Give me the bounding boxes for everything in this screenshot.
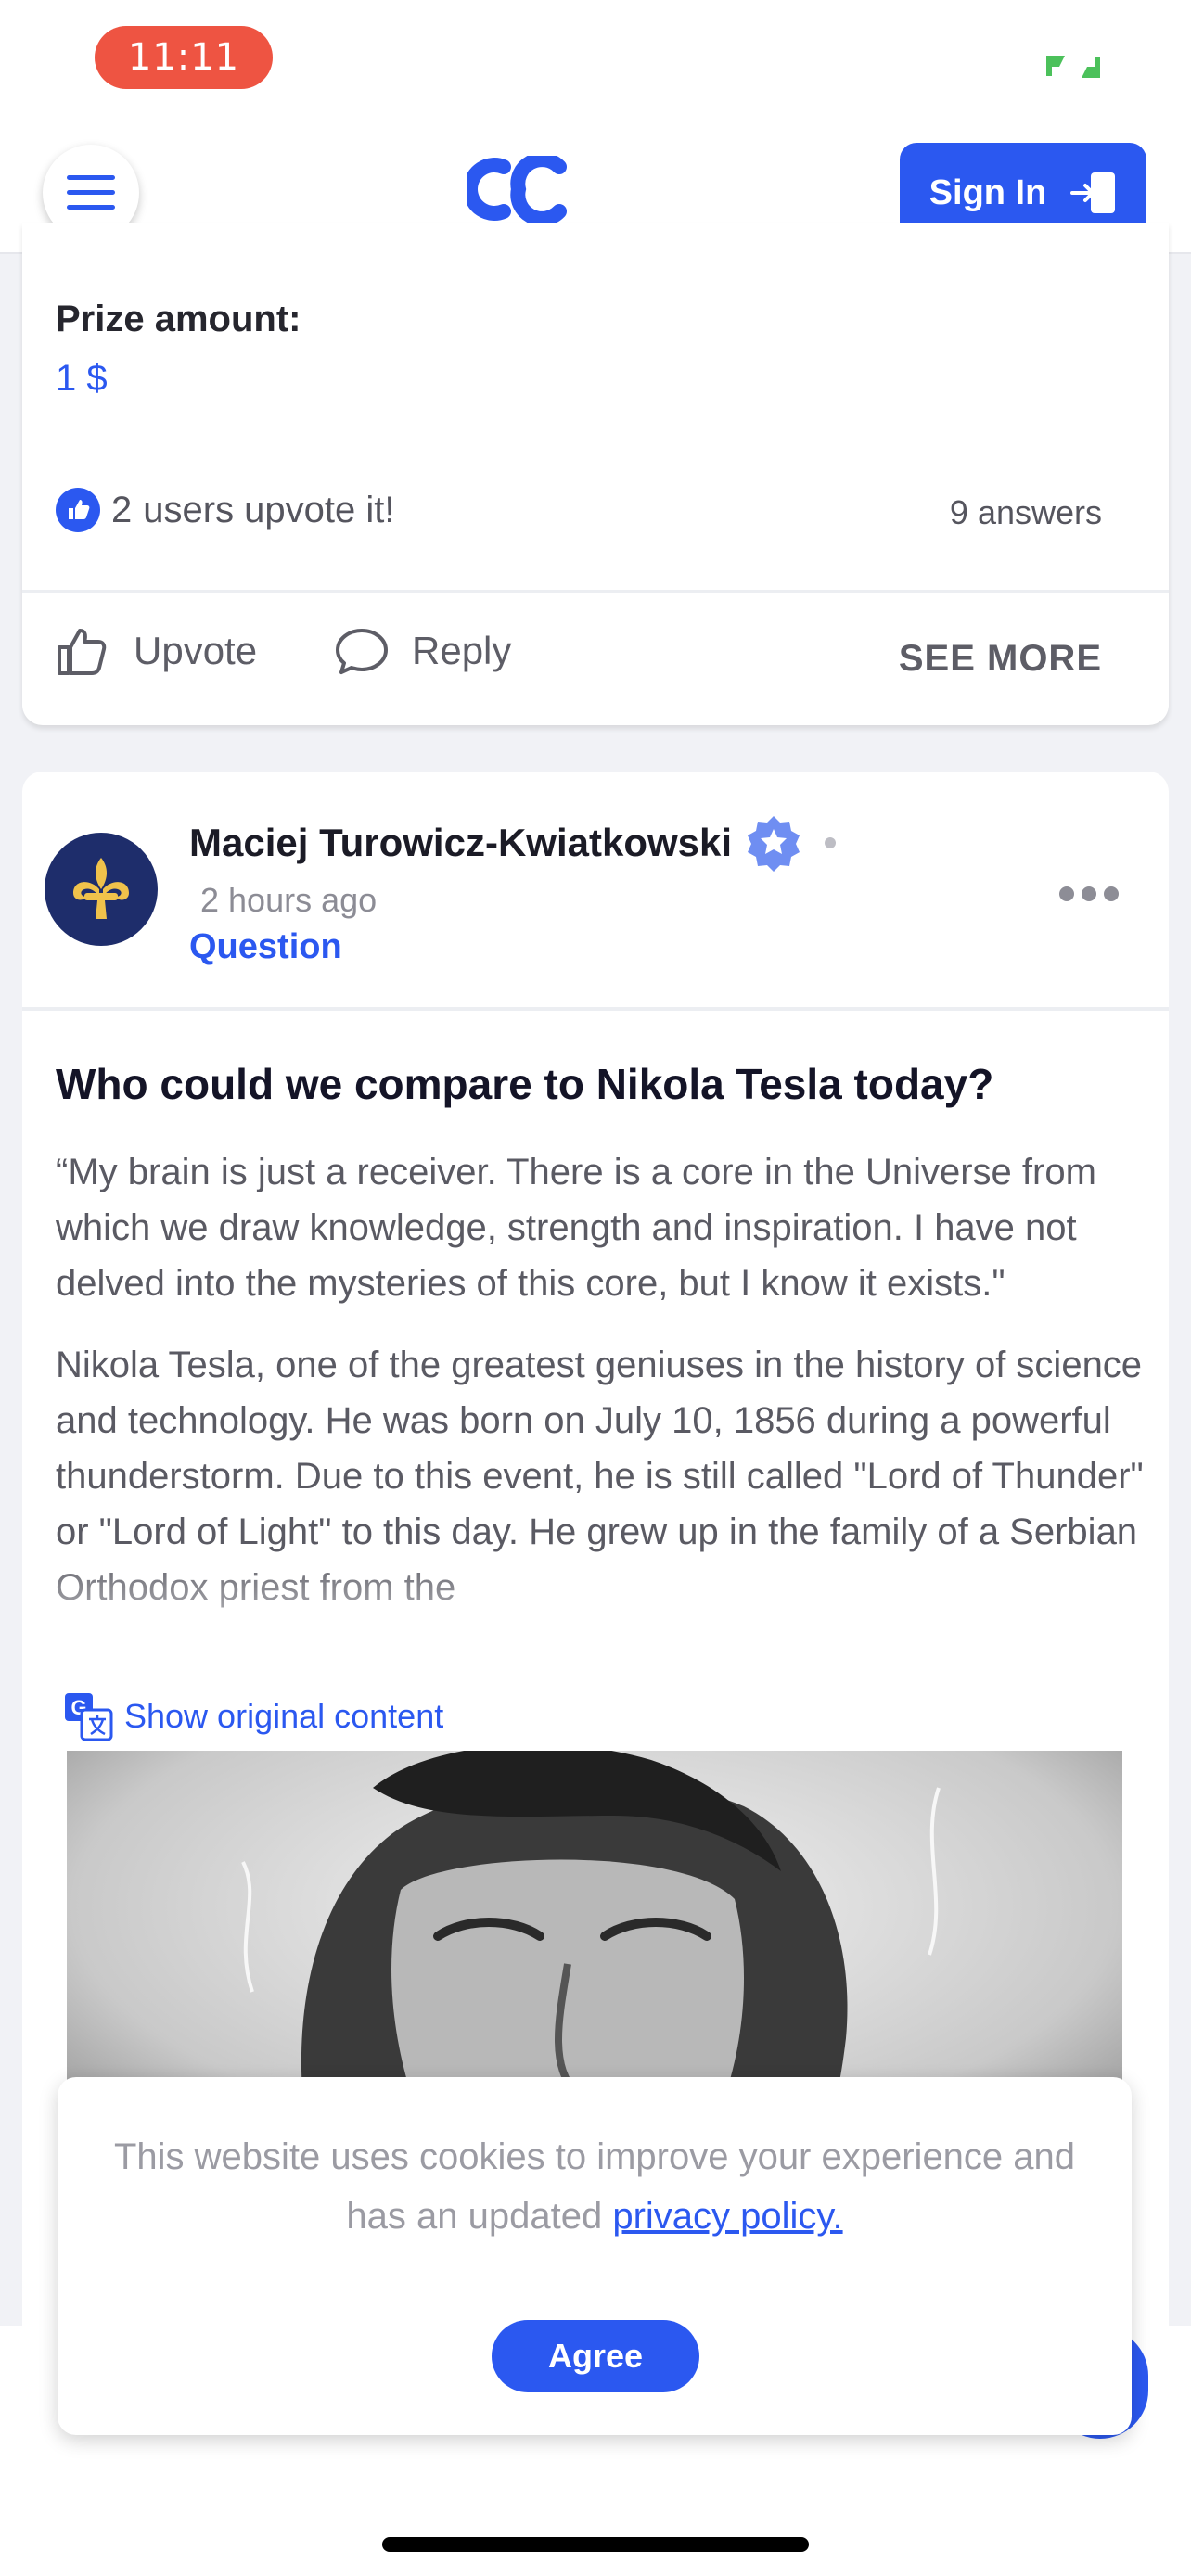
cookie-text: This website uses cookies to improve you…	[113, 2136, 1076, 2237]
post-paragraph: “My brain is just a receiver. There is a…	[56, 1152, 1096, 1304]
translate-icon: G	[65, 1693, 113, 1741]
cookie-message: This website uses cookies to improve you…	[104, 2127, 1085, 2246]
see-more-button[interactable]: SEE MORE	[899, 638, 1102, 680]
thumbs-up-icon	[58, 629, 107, 675]
author-name[interactable]: Maciej Turowicz-Kwiatkowski	[189, 821, 732, 865]
sign-in-icon	[1070, 172, 1116, 213]
prize-label: Prize amount:	[56, 299, 301, 339]
author-avatar[interactable]	[45, 833, 158, 946]
separator-dot	[825, 837, 837, 848]
privacy-policy-link[interactable]: privacy policy.	[612, 2196, 842, 2237]
status-time: 11:11	[95, 26, 273, 89]
upvote-summary: 2 users upvote it!	[56, 488, 395, 532]
show-original-label: Show original content	[124, 1697, 444, 1735]
cookie-banner: This website uses cookies to improve you…	[58, 2077, 1132, 2435]
post-time: 2 hours ago	[200, 881, 378, 919]
prize-value: 1 $	[56, 358, 108, 399]
upvote-text: users upvote it!	[143, 489, 395, 530]
hamburger-icon	[67, 175, 115, 210]
reply-label: Reply	[412, 629, 512, 672]
previous-post-card: Prize amount: 1 $ 2 users upvote it! 9 a…	[22, 223, 1169, 725]
comment-bubble-icon	[336, 629, 388, 674]
more-options-icon[interactable]	[1059, 886, 1119, 901]
home-bar-area	[0, 2481, 1191, 2576]
status-bar: 11:11	[0, 0, 1191, 126]
reply-button[interactable]: Reply	[334, 625, 511, 677]
home-indicator[interactable]	[382, 2537, 809, 2552]
upvote-label: Upvote	[134, 629, 258, 672]
divider	[22, 1007, 1169, 1011]
site-logo[interactable]	[467, 156, 574, 223]
sign-in-label: Sign In	[928, 172, 1047, 212]
agree-button[interactable]: Agree	[492, 2320, 699, 2392]
question-title[interactable]: Who could we compare to Nikola Tesla tod…	[56, 1059, 1141, 1109]
answers-count[interactable]: 9 answers	[950, 493, 1102, 532]
author-row: Maciej Turowicz-Kwiatkowski	[189, 814, 837, 872]
show-original-link[interactable]: G Show original content	[63, 1691, 443, 1741]
verified-badge-icon	[748, 816, 800, 872]
fleur-de-lis-icon	[73, 858, 129, 919]
post-actions: Upvote Reply SEE MORE	[22, 590, 1169, 725]
upvote-count: 2	[111, 489, 133, 530]
post-type-label[interactable]: Question	[189, 927, 342, 967]
upvote-button[interactable]: Upvote	[56, 625, 257, 677]
thumbs-up-badge-icon	[56, 488, 100, 532]
battery-icon	[1046, 56, 1100, 78]
